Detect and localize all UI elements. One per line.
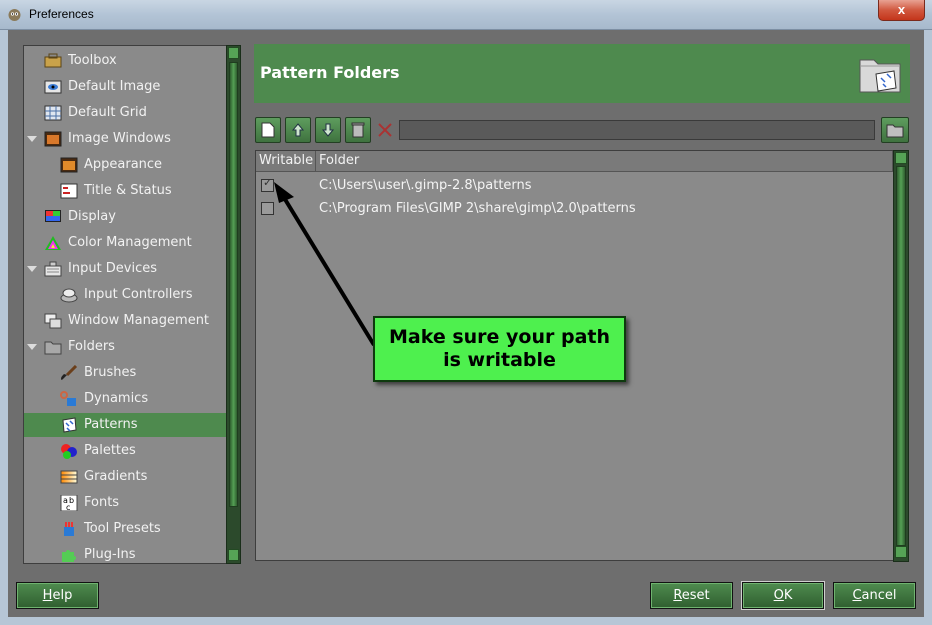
gradients-icon — [60, 470, 78, 484]
sidebar-item-tool-presets[interactable]: Tool Presets — [24, 517, 226, 541]
sidebar-item-window-management[interactable]: Window Management — [24, 309, 226, 333]
reset-button[interactable]: Reset — [650, 582, 733, 609]
tool-presets-icon — [64, 522, 74, 536]
window-border-bottom — [0, 617, 932, 625]
annotation-line-2: is writable — [443, 349, 556, 371]
move-down-icon — [321, 123, 335, 137]
new-folder-icon — [261, 122, 275, 138]
sidebar-item-gradients[interactable]: Gradients — [24, 465, 226, 489]
sidebar-item-dynamics[interactable]: Dynamics — [24, 387, 226, 411]
patterns-icon — [62, 417, 77, 433]
scroll-up-arrow[interactable] — [895, 152, 907, 164]
annotation-line-1: Make sure your path — [388, 326, 611, 348]
sidebar-item-plug-ins[interactable]: Plug-Ins — [24, 543, 226, 563]
sidebar-item-display[interactable]: Display — [24, 205, 226, 229]
sidebar-item-toolbox[interactable]: Toolbox — [24, 49, 226, 73]
folder-path: C:\Program Files\GIMP 2\share\gimp\2.0\p… — [319, 201, 636, 216]
sidebar-item-brushes[interactable]: Brushes — [24, 361, 226, 385]
scroll-up-arrow[interactable] — [228, 47, 239, 59]
sidebar-item-input-controllers[interactable]: Input Controllers — [24, 283, 226, 307]
help-button[interactable]: Help — [16, 582, 99, 609]
svg-text:c: c — [66, 503, 70, 511]
page-title: Pattern Folders — [260, 63, 400, 82]
folder-toolbar — [254, 116, 910, 144]
window-border-right — [924, 30, 932, 625]
image-windows-icon — [44, 131, 62, 147]
default-image-icon — [44, 80, 62, 94]
annotation-callout: Make sure your path is writable — [373, 316, 626, 382]
list-scrollbar[interactable] — [893, 150, 909, 562]
sidebar-item-appearance[interactable]: Appearance — [24, 153, 226, 177]
remove-icon[interactable] — [376, 121, 394, 139]
expander-open-icon[interactable] — [27, 266, 37, 272]
display-icon — [45, 210, 61, 222]
color-management-icon — [45, 236, 61, 250]
sidebar-item-patterns[interactable]: Patterns — [24, 413, 226, 437]
title-status-icon — [60, 183, 78, 199]
window-title: Preferences — [29, 7, 94, 21]
fonts-icon: a bc — [60, 495, 78, 511]
page-header: Pattern Folders — [254, 44, 910, 103]
expander-open-icon[interactable] — [27, 344, 37, 350]
move-up-button[interactable] — [285, 117, 311, 143]
scrollbar-thumb[interactable] — [896, 166, 906, 546]
column-header-writable[interactable]: Writable — [256, 151, 316, 172]
scroll-down-arrow[interactable] — [228, 549, 239, 561]
list-item[interactable]: C:\Users\user\.gimp-2.8\patterns — [256, 175, 892, 197]
writable-checkbox[interactable] — [261, 176, 274, 192]
sidebar-item-palettes[interactable]: Palettes — [24, 439, 226, 463]
sidebar-item-folders[interactable]: Folders — [24, 335, 226, 359]
gimp-app-icon — [8, 9, 21, 21]
toolbox-icon — [44, 53, 62, 68]
move-down-button[interactable] — [315, 117, 341, 143]
column-header-folder[interactable]: Folder — [316, 151, 893, 172]
brushes-icon — [61, 365, 78, 380]
input-controllers-icon — [60, 288, 78, 303]
sidebar-item-image-windows[interactable]: Image Windows — [24, 127, 226, 151]
dynamics-icon — [60, 391, 76, 406]
new-folder-button[interactable] — [255, 117, 281, 143]
move-up-icon — [291, 123, 305, 137]
delete-folder-button[interactable] — [345, 117, 371, 143]
scrollbar-thumb[interactable] — [229, 62, 238, 507]
plug-ins-icon — [62, 550, 76, 562]
sidebar-item-input-devices[interactable]: Input Devices — [24, 257, 226, 281]
sidebar-item-title-status[interactable]: Title & Status — [24, 179, 226, 203]
pattern-folder-icon — [859, 59, 901, 93]
browse-folder-button[interactable] — [881, 117, 909, 143]
folders-icon — [44, 341, 62, 355]
folder-path-input[interactable] — [399, 120, 875, 140]
scroll-down-arrow[interactable] — [895, 546, 907, 558]
cancel-button[interactable]: Cancel — [833, 582, 916, 609]
sidebar-item-default-grid[interactable]: Default Grid — [24, 101, 226, 125]
palettes-icon — [61, 444, 77, 459]
window-management-icon — [44, 313, 62, 329]
input-devices-icon — [44, 261, 62, 277]
grid-icon — [44, 105, 62, 121]
ok-button[interactable]: OK — [742, 582, 824, 609]
title-bar[interactable]: Preferences x — [0, 0, 932, 30]
sidebar-scrollbar[interactable] — [226, 45, 241, 564]
preferences-category-list[interactable]: Toolbox Default Image Default Grid Image… — [23, 45, 227, 564]
sidebar-item-fonts[interactable]: abc Fonts — [24, 491, 226, 515]
list-item[interactable]: C:\Program Files\GIMP 2\share\gimp\2.0\p… — [256, 198, 892, 220]
folder-path: C:\Users\user\.gimp-2.8\patterns — [319, 178, 532, 193]
appearance-icon — [60, 157, 78, 173]
close-button[interactable]: x — [878, 0, 925, 21]
open-folder-icon — [886, 124, 904, 138]
writable-checkbox[interactable] — [261, 202, 274, 215]
sidebar-item-color-management[interactable]: Color Management — [24, 231, 226, 255]
window-border-left — [0, 30, 8, 625]
expander-open-icon[interactable] — [27, 136, 37, 142]
delete-folder-icon — [351, 122, 365, 138]
sidebar-item-default-image[interactable]: Default Image — [24, 75, 226, 99]
